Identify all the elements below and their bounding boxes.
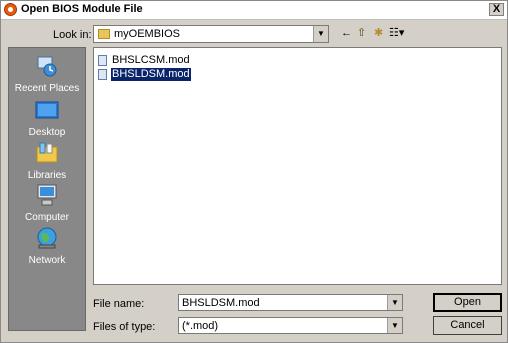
libraries-icon: [36, 142, 58, 163]
place-label: Desktop: [28, 127, 66, 138]
place-libraries[interactable]: Libraries: [9, 141, 85, 181]
file-type-dropdown[interactable]: (*.mod) ▼: [178, 317, 403, 334]
place-label: Computer: [25, 212, 69, 223]
place-desktop[interactable]: Desktop: [9, 98, 85, 138]
place-recent-places[interactable]: Recent Places: [9, 54, 85, 94]
file-name-input[interactable]: BHSLDSM.mod ▼: [178, 294, 403, 311]
place-label: Network: [28, 255, 66, 266]
places-bar: Recent Places Desktop Libraries Computer…: [8, 47, 86, 331]
back-icon[interactable]: ←: [341, 26, 352, 40]
file-type-label: Files of type:: [93, 321, 156, 333]
place-label: Libraries: [27, 170, 67, 181]
file-name: BHSLDSM.mod: [111, 68, 191, 81]
title-bar: Open BIOS Module File X: [1, 1, 507, 20]
file-name-label: File name:: [93, 298, 145, 310]
place-computer[interactable]: Computer: [9, 183, 85, 223]
app-icon: [4, 3, 17, 16]
open-button[interactable]: Open: [433, 293, 502, 312]
view-menu-icon[interactable]: ☷▾: [389, 26, 404, 40]
file-name-value: BHSLDSM.mod: [182, 297, 260, 309]
file-icon: [98, 69, 107, 80]
chevron-down-icon[interactable]: ▼: [387, 318, 402, 333]
place-network[interactable]: Network: [9, 226, 85, 266]
computer-icon: [37, 184, 57, 206]
look-in-label: Look in:: [53, 29, 92, 41]
file-type-value: (*.mod): [182, 320, 219, 332]
new-folder-icon[interactable]: ✱: [374, 26, 383, 40]
look-in-dropdown[interactable]: myOEMBIOS ▼: [93, 25, 329, 43]
folder-icon: [98, 29, 110, 39]
file-list[interactable]: BHSLCSM.mod BHSLDSM.mod: [93, 47, 502, 285]
file-icon: [98, 55, 107, 66]
file-name: BHSLCSM.mod: [112, 54, 190, 66]
chevron-down-icon[interactable]: ▼: [387, 295, 402, 310]
chevron-down-icon[interactable]: ▼: [313, 26, 328, 42]
network-icon: [37, 227, 57, 249]
cancel-button[interactable]: Cancel: [433, 316, 502, 335]
place-label: Recent Places: [14, 83, 80, 94]
recent-places-icon: [37, 56, 57, 77]
desktop-icon: [35, 101, 59, 119]
up-folder-icon[interactable]: ⇧: [357, 26, 366, 40]
open-file-dialog: Open BIOS Module File X Look in: myOEMBI…: [0, 0, 508, 343]
look-in-value: myOEMBIOS: [114, 28, 181, 40]
close-button[interactable]: X: [489, 3, 504, 16]
dialog-title: Open BIOS Module File: [21, 3, 143, 15]
